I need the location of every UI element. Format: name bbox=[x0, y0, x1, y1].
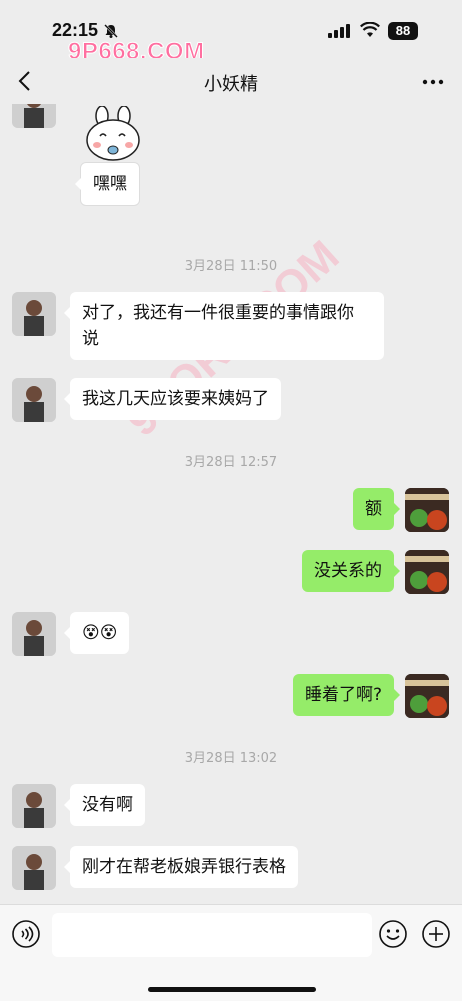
avatar-self[interactable] bbox=[405, 488, 449, 532]
battery-indicator: 88 bbox=[388, 22, 418, 40]
message-text-line: 对了，我还有一件很重要的事情跟你 bbox=[82, 303, 354, 323]
wifi-icon bbox=[360, 22, 380, 37]
sticker-caption: 嘿嘿 bbox=[75, 162, 140, 206]
input-bar bbox=[0, 904, 462, 1001]
message-bubble-contact[interactable]: 我这几天应该要来姨妈了 bbox=[64, 378, 281, 420]
avatar-contact[interactable] bbox=[12, 784, 56, 828]
more-icon[interactable] bbox=[420, 72, 446, 92]
avatar-self[interactable] bbox=[405, 550, 449, 594]
avatar-self[interactable] bbox=[405, 674, 449, 718]
timestamp: 3月28日 11:50 bbox=[184, 259, 278, 274]
voice-icon[interactable] bbox=[11, 919, 41, 949]
timestamp: 3月28日 13:02 bbox=[184, 751, 278, 766]
chat-title: 小妖精 bbox=[204, 74, 258, 95]
avatar-contact[interactable] bbox=[12, 378, 56, 422]
avatar-contact[interactable] bbox=[12, 292, 56, 336]
message-bubble-contact[interactable]: 刚才在帮老板娘弄银行表格 bbox=[64, 846, 298, 888]
message-bubble-contact[interactable]: 对了，我还有一件很重要的事情跟你 说 bbox=[64, 292, 384, 360]
emoji-icon[interactable] bbox=[378, 919, 408, 949]
chat-list[interactable]: 9PORN.COM 嘿嘿 3月28日 11:50 对了，我还有一件很重要的事情跟… bbox=[0, 104, 462, 904]
home-indicator bbox=[148, 987, 316, 992]
message-text-line: 说 bbox=[82, 329, 99, 349]
bunny-sticker-icon bbox=[86, 106, 140, 161]
message-bubble-self[interactable]: 额 bbox=[353, 488, 400, 530]
message-bubble-contact[interactable]: 😵😵 bbox=[63, 612, 130, 654]
bell-slash-icon bbox=[104, 24, 118, 38]
message-input[interactable] bbox=[52, 913, 372, 957]
nav-bar: 小妖精 bbox=[0, 58, 462, 104]
plus-icon[interactable] bbox=[421, 919, 451, 949]
message-bubble-self[interactable]: 睡着了啊? bbox=[292, 674, 401, 716]
message-bubble-self[interactable]: 没关系的 bbox=[302, 550, 400, 592]
message-bubble-contact[interactable]: 没有啊 bbox=[64, 784, 145, 826]
signal-icon bbox=[328, 24, 350, 38]
avatar-contact[interactable] bbox=[12, 846, 56, 890]
sticker-message[interactable]: 嘿嘿 bbox=[75, 106, 146, 206]
timestamp: 3月28日 12:57 bbox=[184, 455, 278, 470]
avatar-contact[interactable] bbox=[12, 612, 56, 656]
avatar-contact[interactable] bbox=[12, 104, 56, 128]
